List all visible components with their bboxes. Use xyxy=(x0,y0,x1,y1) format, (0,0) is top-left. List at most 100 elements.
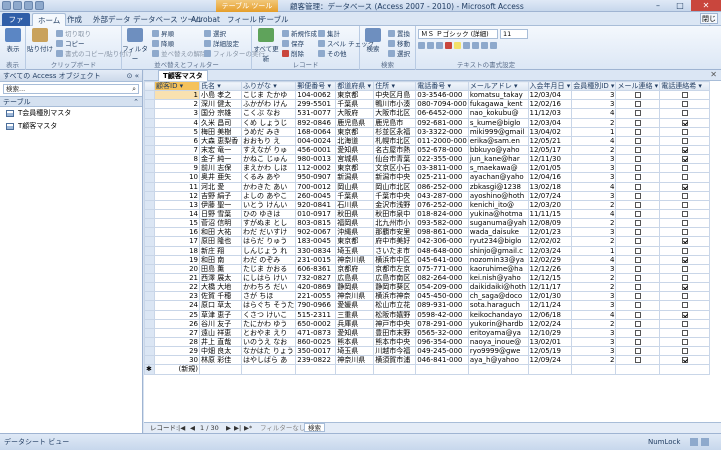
table-cell[interactable]: ひの ゆきは xyxy=(240,208,297,220)
table-cell[interactable]: 045-450-000 xyxy=(415,291,469,302)
table-cell[interactable]: はやしばら あ xyxy=(240,355,297,366)
table-cell[interactable]: 東京都 xyxy=(335,126,375,137)
table-cell[interactable] xyxy=(415,364,469,375)
table-cell[interactable]: 076-252-000 xyxy=(415,199,469,210)
table-cell[interactable]: 299-5501 xyxy=(295,99,337,110)
prev-record-button[interactable]: ◀ xyxy=(190,423,195,433)
table-cell[interactable]: 日野 雪葉 xyxy=(199,208,242,220)
align-right-icon[interactable] xyxy=(481,42,488,49)
maximize-button[interactable]: □ xyxy=(669,0,691,11)
table-cell[interactable]: 5 xyxy=(154,126,200,137)
checkbox-cell[interactable] xyxy=(615,282,661,293)
checkbox-cell[interactable] xyxy=(659,318,711,329)
table-cell[interactable]: 12/07/24 xyxy=(527,190,573,201)
align-left-icon[interactable] xyxy=(463,42,470,49)
close-button[interactable]: ✕ xyxy=(691,0,721,11)
column-header[interactable]: 電話番号 ▾ xyxy=(415,80,469,92)
checkbox-cell[interactable] xyxy=(659,117,711,128)
checkbox-cell[interactable] xyxy=(659,272,711,284)
table-cell[interactable]: 3 xyxy=(571,300,617,311)
table-cell[interactable]: 河北 愛 xyxy=(199,181,242,192)
row-selector[interactable] xyxy=(144,346,155,357)
table-cell[interactable]: 大阪府 xyxy=(335,108,375,119)
table-cell[interactable]: 23 xyxy=(154,291,200,302)
table-cell[interactable]: たにかわ ゆう xyxy=(240,318,297,329)
checkbox[interactable] xyxy=(634,329,641,336)
table-cell[interactable]: 606-8361 xyxy=(295,263,337,274)
minimize-button[interactable]: – xyxy=(647,0,669,11)
table-cell[interactable]: 096-354-000 xyxy=(415,336,469,348)
table-cell[interactable]: 遠山 祥恵 xyxy=(199,327,242,338)
table-cell[interactable]: jun_kane@har xyxy=(467,154,529,165)
table-cell[interactable]: ayoshino@hoth xyxy=(467,190,529,201)
table-cell[interactable]: 112-0002 xyxy=(295,163,337,174)
table-row[interactable]: 14 日野 雪葉 ひの ゆきは 010-0917 秋田県 秋田市泉中 018-824-000… xyxy=(144,208,711,220)
row-selector[interactable] xyxy=(144,199,155,210)
table-cell[interactable]: 093-582-000 xyxy=(415,218,469,229)
row-selector[interactable] xyxy=(144,163,155,174)
underline-icon[interactable] xyxy=(436,42,443,49)
paste-button[interactable]: 貼り付け xyxy=(27,28,53,53)
checkbox[interactable] xyxy=(681,137,688,144)
table-cell[interactable]: 06-6452-000 xyxy=(415,108,469,119)
table-cell[interactable] xyxy=(527,364,573,375)
row-selector[interactable] xyxy=(144,126,155,137)
table-cell[interactable]: 25 xyxy=(154,309,200,320)
checkbox-cell[interactable] xyxy=(659,245,711,256)
row-selector-header[interactable] xyxy=(144,80,155,92)
checkbox-cell[interactable] xyxy=(659,218,711,229)
filter-status[interactable]: フィルターなし xyxy=(260,423,305,433)
table-cell[interactable]: 12/11/24 xyxy=(527,300,573,311)
table-cell[interactable]: 横浜市神奈 xyxy=(373,291,417,302)
table-cell[interactable]: 4 xyxy=(571,181,617,192)
table-cell[interactable]: 埼玉県 xyxy=(335,346,375,357)
table-cell[interactable]: 8 xyxy=(154,154,200,165)
checkbox[interactable] xyxy=(681,238,688,245)
table-row[interactable]: 22 大橋 大地 かわちろ だい 420-0869 静岡県 静岡市葵区 054-209-00… xyxy=(144,282,711,293)
table-cell[interactable]: wada_daisuke xyxy=(467,227,529,238)
table-cell[interactable]: 井上 直哉 xyxy=(199,336,242,348)
table-cell[interactable]: 那覇市安里 xyxy=(373,227,417,238)
row-selector[interactable] xyxy=(144,300,155,311)
table-cell[interactable]: はらだ りゅう xyxy=(240,236,297,247)
table-cell[interactable]: 183-0045 xyxy=(295,236,337,247)
find-button[interactable]: 検索 xyxy=(360,28,386,53)
checkbox-cell[interactable] xyxy=(659,99,711,110)
table-cell[interactable]: nozomin33@ya xyxy=(467,254,529,265)
table-row[interactable]: 17 原田 隆也 はらだ りゅう 183-0045 東京都 府中市美好 042-306-00… xyxy=(144,236,711,247)
table-cell[interactable]: 03-3811-000 xyxy=(415,163,469,174)
checkbox-cell[interactable] xyxy=(659,163,711,174)
table-cell[interactable]: erika@sam.en xyxy=(467,135,529,146)
table-cell[interactable]: 12 xyxy=(154,190,200,201)
table-cell[interactable]: 久米 昌司 xyxy=(199,117,242,128)
row-selector[interactable] xyxy=(144,227,155,238)
table-cell[interactable]: 078-291-000 xyxy=(415,318,469,329)
column-header[interactable]: 氏名 ▾ xyxy=(199,80,242,92)
new-record-row[interactable]: ✱ (新規) xyxy=(144,364,711,375)
table-cell[interactable]: 熊本県 xyxy=(335,336,375,348)
table-cell[interactable]: 732-0827 xyxy=(295,272,337,284)
redo-icon[interactable] xyxy=(35,1,44,10)
table-cell[interactable]: 231-0015 xyxy=(295,254,337,265)
checkbox[interactable] xyxy=(681,119,688,126)
table-cell[interactable]: うめだ みき xyxy=(240,126,297,137)
table-cell[interactable]: 049-245-000 xyxy=(415,346,469,357)
table-cell[interactable]: bbkuyo@yaho xyxy=(467,144,529,156)
table-cell[interactable]: 千葉県 xyxy=(335,190,375,201)
table-cell[interactable]: 531-0077 xyxy=(295,108,337,119)
table-cell[interactable]: 3 xyxy=(571,346,617,357)
table-cell[interactable]: 2 xyxy=(571,355,617,366)
table-cell[interactable]: 075-771-000 xyxy=(415,263,469,274)
table-cell[interactable]: 沖縄県 xyxy=(335,227,375,238)
checkbox[interactable] xyxy=(681,128,688,135)
row-selector[interactable] xyxy=(144,309,155,320)
table-cell[interactable]: ryut234@biglo xyxy=(467,236,529,247)
checkbox-cell[interactable] xyxy=(659,336,711,348)
table-cell[interactable] xyxy=(335,364,375,375)
table-cell[interactable]: 金沢市浅野 xyxy=(373,199,417,210)
row-selector[interactable] xyxy=(144,208,155,220)
table-cell[interactable]: 004-0024 xyxy=(295,135,337,146)
checkbox[interactable] xyxy=(634,256,641,263)
table-cell[interactable]: ch_saga@doco xyxy=(467,291,529,302)
table-row[interactable]: 16 和田 大祐 わだ だいすけ 902-0067 沖縄県 那覇市安里 098-861-00… xyxy=(144,227,711,238)
